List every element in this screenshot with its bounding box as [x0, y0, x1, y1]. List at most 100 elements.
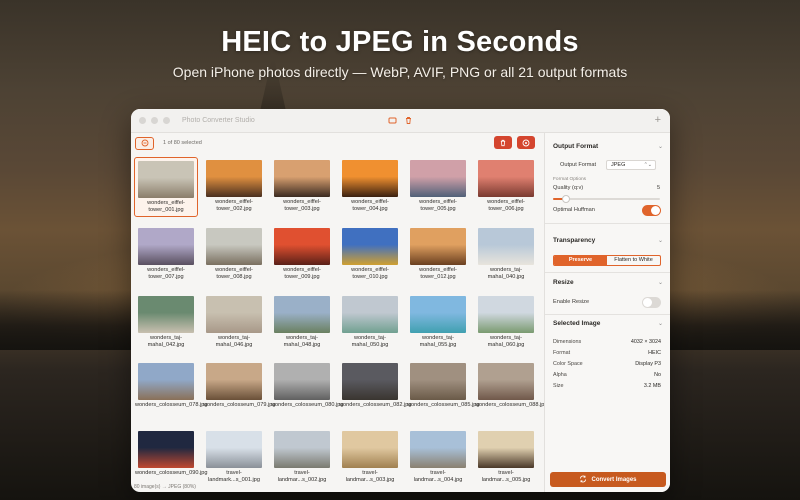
- image-thumbnail: [274, 227, 330, 265]
- image-thumbnail: [478, 227, 534, 265]
- image-thumbnail: [342, 431, 398, 469]
- output-format-header[interactable]: Output Format ⌄: [553, 143, 663, 150]
- image-tile[interactable]: wonders_taj-mahal_048.jpg: [270, 293, 334, 353]
- image-tile[interactable]: wonders_colosseum_090.jpg: [134, 428, 208, 488]
- image-tile[interactable]: wonders_eiffel-tower_009.jpg: [270, 225, 334, 285]
- convert-images-label: Convert Images: [591, 476, 637, 483]
- image-thumbnail: [478, 363, 534, 401]
- image-filename: wonders_colosseum_085.jpg: [407, 402, 480, 409]
- image-tile[interactable]: travel-landmar...s_004.jpg: [406, 428, 470, 488]
- app-window: Photo Converter Studio + 1 of 80 selecte…: [131, 109, 670, 492]
- image-filename: wonders_eiffel-tower_005.jpg: [419, 199, 457, 212]
- image-thumbnail: [410, 227, 466, 265]
- window-title: Photo Converter Studio: [182, 117, 255, 124]
- info-key: Size: [553, 383, 564, 389]
- image-tile[interactable]: wonders_taj-mahal_055.jpg: [406, 293, 470, 353]
- image-tile[interactable]: wonders_colosseum_088.jpg: [474, 360, 547, 420]
- image-filename: travel-landmar...s_003.jpg: [345, 470, 395, 484]
- quality-slider[interactable]: [553, 195, 660, 203]
- image-grid: wonders_eiffel-tower_001.jpg wonders_eiff…: [134, 157, 547, 489]
- close-window-button[interactable]: [139, 117, 146, 124]
- image-thumbnail: [478, 160, 534, 197]
- delete-button[interactable]: [494, 136, 512, 149]
- image-filename: wonders_taj-mahal_060.jpg: [487, 334, 525, 348]
- minimize-window-button[interactable]: [151, 117, 158, 124]
- convert-images-button[interactable]: Convert Images: [550, 472, 666, 487]
- transparency-segmented-control: Preserve Flatten to White: [553, 255, 661, 266]
- title-bar: Photo Converter Studio +: [131, 109, 670, 133]
- image-tile[interactable]: wonders_taj-mahal_046.jpg: [202, 293, 266, 353]
- image-filename: wonders_taj-mahal_050.jpg: [351, 334, 389, 348]
- image-filename: wonders_colosseum_090.jpg: [135, 470, 208, 477]
- image-tile[interactable]: travel-landmar...s_005.jpg: [474, 428, 538, 488]
- image-tile[interactable]: wonders_eiffel-tower_002.jpg: [202, 157, 266, 217]
- trash-icon[interactable]: [404, 116, 413, 125]
- image-tile[interactable]: travel-landmark...s_001.jpg: [202, 428, 266, 488]
- image-tile[interactable]: wonders_taj-mahal_042.jpg: [134, 293, 198, 353]
- image-tile[interactable]: wonders_eiffel-tower_012.jpg: [406, 225, 470, 285]
- image-filename: wonders_taj-mahal_042.jpg: [147, 334, 185, 348]
- image-tile[interactable]: wonders_taj-mahal_050.jpg: [338, 293, 402, 353]
- image-filename: wonders_eiffel-tower_006.jpg: [487, 199, 525, 212]
- image-thumbnail: [342, 160, 398, 197]
- image-thumbnail: [274, 160, 330, 197]
- image-thumbnail: [206, 431, 262, 469]
- image-browser: 1 of 80 selected wonders_eiffel-tower_00…: [131, 133, 547, 492]
- image-tile[interactable]: wonders_colosseum_085.jpg: [406, 360, 480, 420]
- image-thumbnail: [206, 295, 262, 333]
- image-filename: wonders_eiffel-tower_002.jpg: [215, 199, 253, 212]
- convert-icon: [579, 475, 587, 485]
- output-format-select[interactable]: JPEG ⌃⌄: [606, 160, 656, 170]
- image-thumbnail: [410, 431, 466, 469]
- enable-resize-toggle[interactable]: [642, 297, 661, 308]
- image-filename: wonders_eiffel-tower_010.jpg: [351, 266, 389, 280]
- image-tile[interactable]: wonders_eiffel-tower_008.jpg: [202, 225, 266, 285]
- image-thumbnail: [138, 161, 194, 198]
- image-tile[interactable]: wonders_colosseum_080.jpg: [270, 360, 343, 420]
- image-tile[interactable]: wonders_eiffel-tower_006.jpg: [474, 157, 538, 217]
- preserve-option[interactable]: Preserve: [554, 256, 607, 265]
- info-value: Display P3: [635, 361, 661, 367]
- image-tile[interactable]: wonders_eiffel-tower_003.jpg: [270, 157, 334, 217]
- flatten-to-white-option[interactable]: Flatten to White: [607, 256, 660, 265]
- image-tile[interactable]: wonders_eiffel-tower_005.jpg: [406, 157, 470, 217]
- image-thumbnail: [206, 363, 262, 401]
- transparency-header[interactable]: Transparency ⌄: [553, 237, 663, 244]
- image-tile[interactable]: wonders_taj-mahal_040.jpg: [474, 225, 538, 285]
- remove-button[interactable]: [517, 136, 535, 149]
- plus-icon[interactable]: +: [655, 114, 661, 126]
- selection-count: 1 of 80 selected: [163, 140, 202, 146]
- image-tile[interactable]: wonders_colosseum_078.jpg: [134, 360, 207, 420]
- image-filename: wonders_taj-mahal_046.jpg: [215, 334, 253, 348]
- info-key: Dimensions: [553, 339, 582, 345]
- image-thumbnail: [274, 363, 330, 401]
- image-thumbnail: [478, 295, 534, 333]
- image-tile[interactable]: wonders_taj-mahal_060.jpg: [474, 293, 538, 353]
- image-tile[interactable]: wonders_colosseum_079.jpg: [202, 360, 275, 420]
- image-tile[interactable]: travel-landmar...s_002.jpg: [270, 428, 334, 488]
- resize-header[interactable]: Resize ⌄: [553, 279, 663, 286]
- chevron-down-icon: ⌄: [657, 321, 663, 327]
- divider: [545, 314, 670, 315]
- info-value: HEIC: [648, 350, 661, 356]
- quality-slider-knob[interactable]: [561, 195, 570, 203]
- image-tile[interactable]: wonders_eiffel-tower_010.jpg: [338, 225, 402, 285]
- selected-image-header[interactable]: Selected Image ⌄: [553, 320, 663, 327]
- info-row: Alpha No: [553, 372, 661, 380]
- window-icon[interactable]: [388, 116, 397, 125]
- select-circle-icon[interactable]: [135, 136, 154, 150]
- image-tile[interactable]: wonders_eiffel-tower_007.jpg: [134, 225, 198, 285]
- image-filename: wonders_taj-mahal_048.jpg: [283, 334, 321, 348]
- image-tile[interactable]: travel-landmar...s_003.jpg: [338, 428, 402, 488]
- image-thumbnail: [274, 431, 330, 469]
- image-tile[interactable]: wonders_eiffel-tower_001.jpg: [134, 157, 198, 217]
- info-key: Format: [553, 350, 571, 356]
- image-tile[interactable]: wonders_colosseum_082.jpg: [338, 360, 411, 420]
- image-filename: wonders_eiffel-tower_004.jpg: [351, 199, 389, 212]
- optimal-huffman-toggle[interactable]: [642, 205, 661, 216]
- image-filename: wonders_eiffel-tower_009.jpg: [283, 266, 321, 280]
- divider: [545, 272, 670, 273]
- image-thumbnail: [138, 227, 194, 265]
- image-tile[interactable]: wonders_eiffel-tower_004.jpg: [338, 157, 402, 217]
- zoom-window-button[interactable]: [163, 117, 170, 124]
